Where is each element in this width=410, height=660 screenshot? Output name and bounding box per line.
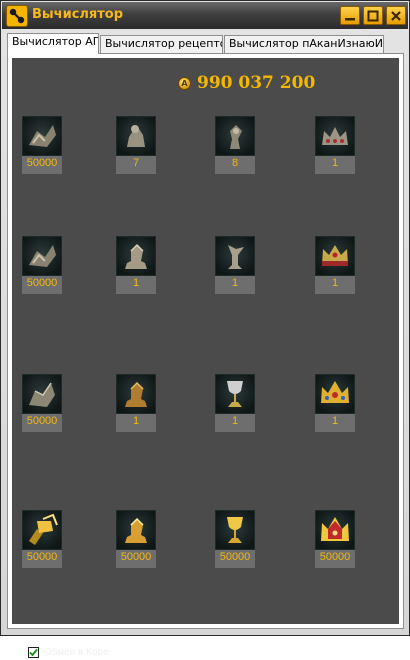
item-quantity: 1 [215, 414, 255, 432]
item-slot[interactable]: 50000 [215, 510, 255, 568]
close-button[interactable] [386, 6, 406, 25]
item-quantity: 1 [315, 276, 355, 294]
minimize-icon [345, 18, 355, 21]
item-slot[interactable]: 1 [315, 116, 355, 174]
maximize-icon [367, 10, 379, 22]
item-slot[interactable]: 1 [315, 374, 355, 432]
tab-ap-calculator[interactable]: Вычислятор АП [7, 33, 99, 54]
app-icon [6, 5, 28, 27]
item-slot[interactable]: 1 [315, 236, 355, 294]
rough-idol-icon [116, 116, 156, 156]
bronze-idol-icon [116, 374, 156, 414]
item-slot[interactable]: 1 [215, 374, 255, 432]
item-quantity: 1 [116, 276, 156, 294]
rune-fragment-icon [22, 116, 62, 156]
item-quantity: 1 [215, 276, 255, 294]
silver-goblet-icon [215, 374, 255, 414]
item-slot[interactable]: 50000 [116, 510, 156, 568]
item-slot[interactable]: 50000 [22, 510, 62, 568]
balance-value: 990 037 200 [197, 73, 316, 93]
rune-fragment-icon [22, 236, 62, 276]
item-quantity: 7 [116, 156, 156, 174]
tab-recipe-calculator[interactable]: Вычислятор рецептов [100, 35, 223, 53]
item-slot[interactable]: 1 [116, 374, 156, 432]
item-slot[interactable]: 7 [116, 116, 156, 174]
item-slot[interactable]: 50000 [22, 374, 62, 432]
item-quantity: 50000 [22, 276, 62, 294]
checkmark-icon [29, 648, 38, 656]
jeweled-crown-icon [315, 510, 355, 550]
content-area: A 990 037 200 50000 7 8 1 50000 1 1 1 50… [12, 58, 399, 658]
tab-panel: A 990 037 200 50000 7 8 1 50000 1 1 1 50… [7, 53, 404, 658]
item-quantity: 50000 [116, 550, 156, 568]
item-quantity: 50000 [215, 550, 255, 568]
stone-idol-icon [116, 236, 156, 276]
tab-third-calculator[interactable]: Вычислятор пАканИзнаюИго [224, 35, 384, 53]
gold-hammer-icon [22, 510, 62, 550]
close-icon [391, 11, 401, 21]
gold-coin-icon: A [178, 76, 191, 90]
minimize-button[interactable] [340, 6, 360, 25]
calculator-window: Вычислятор Вычислятор АП Вычислятор реце… [0, 0, 410, 658]
item-quantity: 1 [315, 414, 355, 432]
item-quantity: 50000 [22, 156, 62, 174]
gold-crown-icon [315, 374, 355, 414]
gold-idol-icon [116, 510, 156, 550]
item-quantity: 1 [116, 414, 156, 432]
item-quantity: 8 [215, 156, 255, 174]
item-quantity: 1 [315, 156, 355, 174]
rough-relic-icon [215, 116, 255, 156]
tab-bar: Вычислятор АП Вычислятор рецептов Вычисл… [7, 33, 407, 54]
exchange-option[interactable]: Обмен в Коре [28, 644, 109, 660]
exchange-checkbox-label: Обмен в Коре [44, 646, 109, 658]
item-slot[interactable]: 1 [116, 236, 156, 294]
balance-display: A 990 037 200 [178, 73, 315, 93]
window-title: Вычислятор [32, 7, 124, 22]
title-bar[interactable]: Вычислятор [2, 2, 408, 29]
rough-crown-icon [315, 116, 355, 156]
gold-goblet-icon [215, 510, 255, 550]
item-slot[interactable]: 50000 [315, 510, 355, 568]
item-slot[interactable]: 50000 [22, 236, 62, 294]
maximize-button[interactable] [363, 6, 383, 25]
item-slot[interactable]: 50000 [22, 116, 62, 174]
item-quantity: 50000 [315, 550, 355, 568]
stone-relic-icon [215, 236, 255, 276]
item-quantity: 50000 [22, 550, 62, 568]
stone-crown-icon [315, 236, 355, 276]
item-slot[interactable]: 1 [215, 236, 255, 294]
exchange-checkbox[interactable] [28, 646, 39, 658]
item-quantity: 50000 [22, 414, 62, 432]
rune-fragment-icon [22, 374, 62, 414]
item-slot[interactable]: 8 [215, 116, 255, 174]
